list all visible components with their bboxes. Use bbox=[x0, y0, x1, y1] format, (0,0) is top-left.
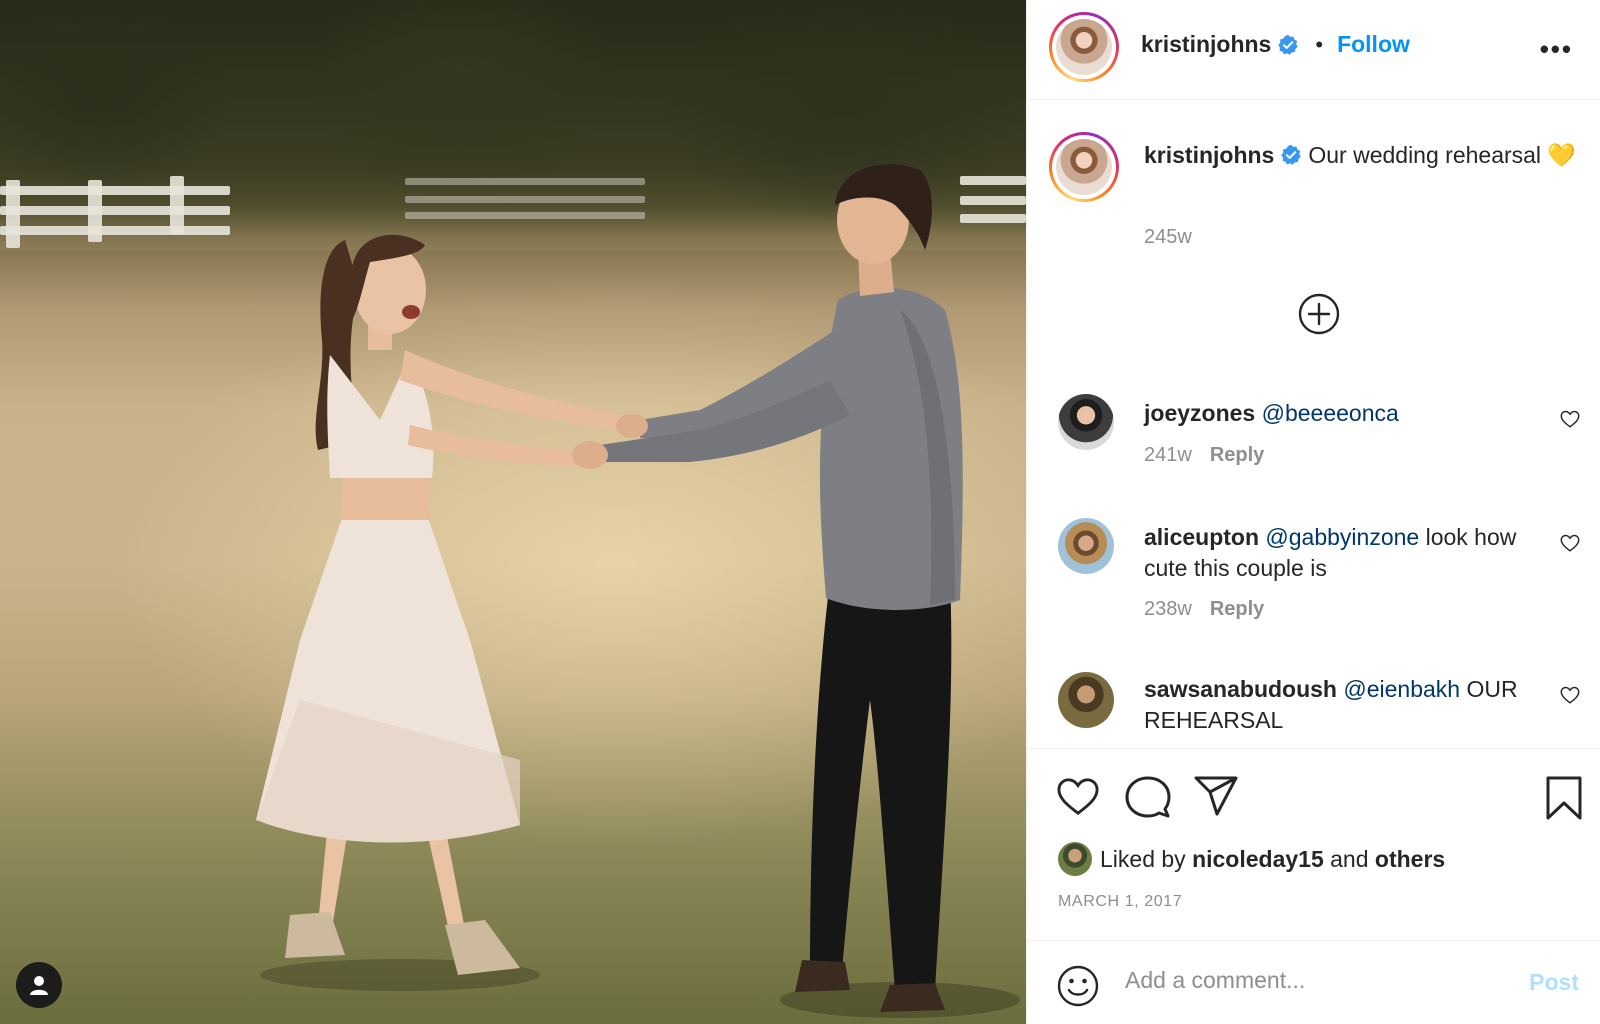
comment-text: sawsanabudoush @eienbakh OUR REHEARSAL bbox=[1144, 674, 1544, 736]
commenter-username[interactable]: joeyzones bbox=[1144, 400, 1255, 426]
reply-button[interactable]: Reply bbox=[1210, 444, 1264, 466]
heart-icon[interactable] bbox=[1055, 775, 1101, 817]
likes-and: and bbox=[1330, 845, 1369, 872]
comment-text: joeyzones @beeeeonca bbox=[1144, 398, 1544, 429]
caption-username[interactable]: kristinjohns bbox=[1144, 142, 1274, 168]
verified-badge-icon bbox=[1278, 34, 1299, 55]
heart-icon[interactable] bbox=[1559, 684, 1581, 706]
author-username[interactable]: kristinjohns bbox=[1141, 31, 1271, 58]
post-comment-button[interactable]: Post bbox=[1529, 969, 1579, 996]
heart-icon[interactable] bbox=[1559, 408, 1581, 430]
header-separator: • bbox=[1315, 31, 1324, 57]
comment-timestamp[interactable]: 241w bbox=[1144, 444, 1192, 466]
comment-text: aliceupton @gabbyinzone look how cute th… bbox=[1144, 522, 1544, 584]
caption-timestamp[interactable]: 245w bbox=[1144, 226, 1192, 249]
liked-by-user[interactable]: nicoleday15 bbox=[1192, 846, 1324, 873]
comment-timestamp[interactable]: 238w bbox=[1144, 598, 1192, 620]
post-actions bbox=[1027, 748, 1600, 848]
couple-illustration bbox=[256, 164, 1020, 1018]
commenter-avatar[interactable] bbox=[1058, 672, 1114, 728]
comment-mention[interactable]: @gabbyinzone bbox=[1265, 524, 1419, 550]
likes-prefix: Liked by bbox=[1100, 845, 1186, 872]
commenter-username[interactable]: sawsanabudoush bbox=[1144, 676, 1337, 702]
comment-mention[interactable]: @beeeeonca bbox=[1262, 400, 1399, 426]
commenter-username[interactable]: aliceupton bbox=[1144, 524, 1259, 550]
follow-button[interactable]: Follow bbox=[1337, 31, 1410, 58]
author-avatar[interactable] bbox=[1049, 12, 1119, 82]
commenter-avatar[interactable] bbox=[1058, 394, 1114, 450]
post-photo[interactable] bbox=[0, 0, 1026, 1024]
comment-composer: Post bbox=[1027, 940, 1600, 1024]
caption-body: Our wedding rehearsal 💛 bbox=[1308, 142, 1577, 168]
share-icon[interactable] bbox=[1193, 775, 1239, 817]
comment-mention[interactable]: @eienbakh bbox=[1343, 676, 1460, 702]
comment-input[interactable] bbox=[1125, 967, 1485, 994]
verified-badge-icon bbox=[1281, 144, 1302, 165]
commenter-avatar[interactable] bbox=[1058, 518, 1114, 574]
more-options-icon[interactable]: ••• bbox=[1540, 34, 1573, 65]
comment-meta: 241w Reply bbox=[1144, 444, 1264, 467]
comment-meta: 238w Reply bbox=[1144, 598, 1264, 621]
liker-avatar[interactable] bbox=[1058, 842, 1092, 876]
reply-button[interactable]: Reply bbox=[1210, 598, 1264, 620]
comment-icon[interactable] bbox=[1125, 775, 1171, 819]
post-sidebar: kristinjohns • Follow ••• kristinjohns O… bbox=[1026, 0, 1600, 1024]
bookmark-icon[interactable] bbox=[1545, 775, 1583, 821]
caption-text: kristinjohns Our wedding rehearsal 💛 bbox=[1144, 140, 1584, 171]
emoji-icon[interactable] bbox=[1057, 965, 1099, 1007]
post-date[interactable]: MARCH 1, 2017 bbox=[1058, 893, 1182, 911]
heart-icon[interactable] bbox=[1559, 532, 1581, 554]
likes-summary: Liked by nicoleday15 and others bbox=[1058, 842, 1445, 876]
likes-others-link[interactable]: others bbox=[1375, 846, 1445, 873]
add-circle-icon[interactable] bbox=[1297, 292, 1341, 336]
tagged-users-button[interactable] bbox=[16, 962, 62, 1008]
caption-avatar[interactable] bbox=[1049, 132, 1119, 202]
user-icon bbox=[30, 976, 48, 995]
post-header: kristinjohns • Follow ••• bbox=[1027, 0, 1600, 100]
